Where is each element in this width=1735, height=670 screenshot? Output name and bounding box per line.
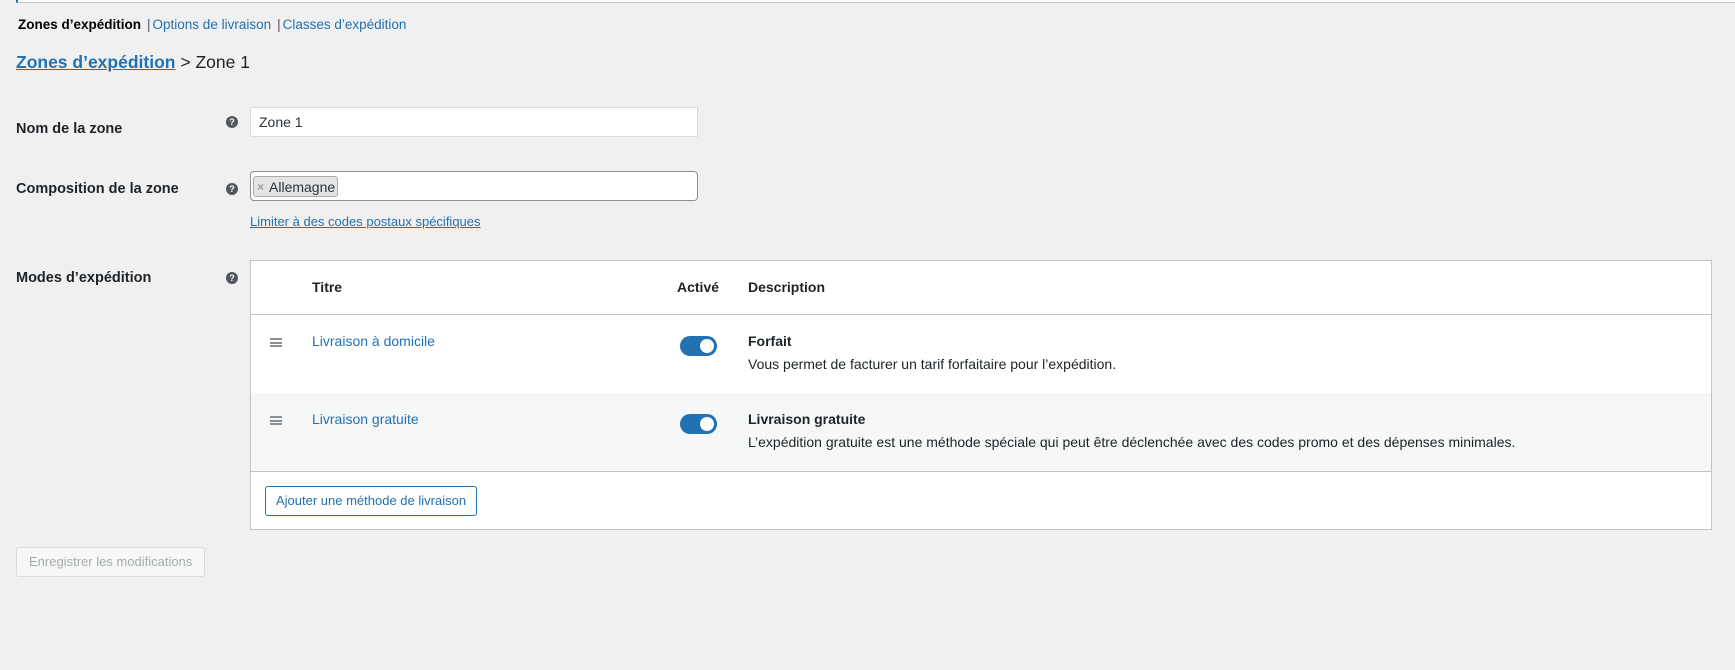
zone-name-input[interactable] xyxy=(250,107,698,137)
breadcrumb: Zones d’expédition > Zone 1 xyxy=(16,52,250,73)
help-icon[interactable]: ? xyxy=(226,272,238,284)
subnav-separator: | xyxy=(277,17,281,32)
shipping-methods-table: Titre Activé Description Livraison à dom… xyxy=(250,260,1712,530)
zone-regions-select[interactable]: × Allemagne xyxy=(250,171,698,201)
method-title-link[interactable]: Livraison à domicile xyxy=(312,333,435,349)
limit-postcodes-link[interactable]: Limiter à des codes postaux spécifiques xyxy=(250,214,481,229)
column-header-title: Titre xyxy=(312,279,343,295)
table-footer: Ajouter une méthode de livraison xyxy=(251,471,1711,530)
table-row: Livraison à domicile Forfait Vous permet… xyxy=(251,315,1711,393)
subnav-options[interactable]: Options de livraison xyxy=(153,17,272,32)
column-header-enabled: Activé xyxy=(677,279,720,295)
shipping-subnav: Zones d’expédition | Options de livraiso… xyxy=(18,17,406,32)
subnav-classes[interactable]: Classes d’expédition xyxy=(283,17,407,32)
shipping-methods-label: Modes d’expédition xyxy=(16,270,152,286)
breadcrumb-parent-link[interactable]: Zones d’expédition xyxy=(16,52,175,72)
subnav-separator: | xyxy=(147,17,151,32)
remove-chip-icon[interactable]: × xyxy=(257,180,264,194)
region-chip: × Allemagne xyxy=(253,176,339,197)
add-shipping-method-button[interactable]: Ajouter une méthode de livraison xyxy=(265,486,478,516)
help-icon[interactable]: ? xyxy=(226,116,238,128)
drag-handle-icon[interactable] xyxy=(270,416,282,425)
region-chip-label: Allemagne xyxy=(269,178,336,195)
method-description-text: Vous permet de facturer un tarif forfait… xyxy=(748,356,1117,372)
zone-name-label: Nom de la zone xyxy=(16,121,123,137)
zone-regions-label: Composition de la zone xyxy=(16,181,179,197)
table-header: Titre Activé Description xyxy=(251,261,1711,315)
method-title-link[interactable]: Livraison gratuite xyxy=(312,411,419,427)
column-header-description: Description xyxy=(748,279,826,295)
method-description-title: Forfait xyxy=(748,333,792,349)
method-description-title: Livraison gratuite xyxy=(748,411,866,427)
method-enabled-toggle[interactable] xyxy=(680,414,717,434)
table-row: Livraison gratuite Livraison gratuite L’… xyxy=(251,393,1711,471)
breadcrumb-separator: > xyxy=(180,52,191,72)
subnav-zones[interactable]: Zones d’expédition xyxy=(18,17,141,32)
save-changes-button[interactable]: Enregistrer les modifications xyxy=(16,547,206,577)
method-description-text: L’expédition gratuite est une méthode sp… xyxy=(748,434,1516,450)
top-notice-bar xyxy=(16,0,1735,3)
help-icon[interactable]: ? xyxy=(226,183,238,195)
breadcrumb-current: Zone 1 xyxy=(195,52,250,72)
method-enabled-toggle[interactable] xyxy=(680,336,717,356)
drag-handle-icon[interactable] xyxy=(270,338,282,347)
